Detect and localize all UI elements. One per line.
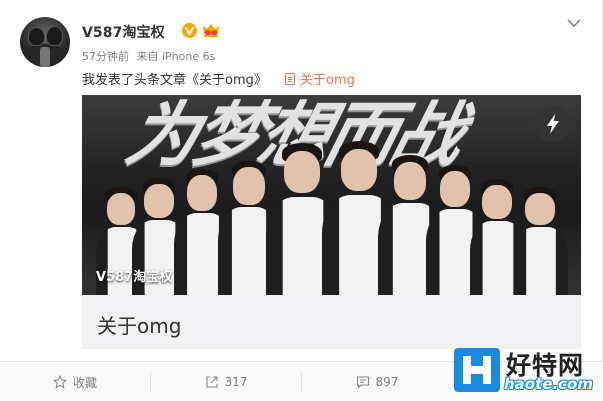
vip-icon[interactable] xyxy=(182,23,197,38)
post-source: 来自 iPhone 6s xyxy=(136,50,216,63)
repost-count: 317 xyxy=(224,375,248,389)
watermark-logo-icon xyxy=(454,348,500,392)
document-icon xyxy=(285,73,296,85)
article-card-title: 关于omg xyxy=(97,314,182,338)
post-meta: 57分钟前 来自 iPhone 6s xyxy=(82,48,219,64)
article-link-label: 关于omg xyxy=(300,73,355,88)
post-time[interactable]: 57分钟前 xyxy=(82,50,129,63)
post-text: 我发表了头条文章《关于omg》 关于omg xyxy=(82,69,355,88)
crown-icon[interactable] xyxy=(202,22,220,38)
watermark-url: haote.com xyxy=(504,375,593,393)
article-link[interactable]: 关于omg xyxy=(285,73,355,88)
favorite-label: 收藏 xyxy=(72,375,97,390)
author-name[interactable]: V587淘宝权 xyxy=(82,22,165,42)
post-body: 我发表了头条文章《关于omg》 xyxy=(82,73,267,88)
comment-count: 897 xyxy=(375,375,399,389)
favorite-button[interactable]: 收藏 xyxy=(0,362,150,401)
cover-author-label: V587淘宝权 xyxy=(96,270,173,285)
comment-button[interactable]: 897 xyxy=(302,362,452,401)
flash-icon xyxy=(535,106,571,142)
article-card[interactable]: 为梦想而战 V587淘宝权 关于omg xyxy=(82,95,581,349)
avatar[interactable] xyxy=(20,17,70,67)
repost-button[interactable]: 317 xyxy=(151,362,301,401)
repost-icon xyxy=(205,376,218,388)
weibo-post: V587淘宝权 57分钟前 来自 iPhone 6s 我发表了头条文章《关于om… xyxy=(0,0,603,401)
article-card-title-bar: 关于omg xyxy=(82,295,581,349)
article-cover-image[interactable]: 为梦想而战 V587淘宝权 xyxy=(82,95,581,295)
chevron-down-icon[interactable] xyxy=(566,15,582,31)
star-icon xyxy=(53,375,67,389)
comment-icon xyxy=(356,376,369,389)
site-watermark: 好特网 haote.com xyxy=(446,344,596,396)
